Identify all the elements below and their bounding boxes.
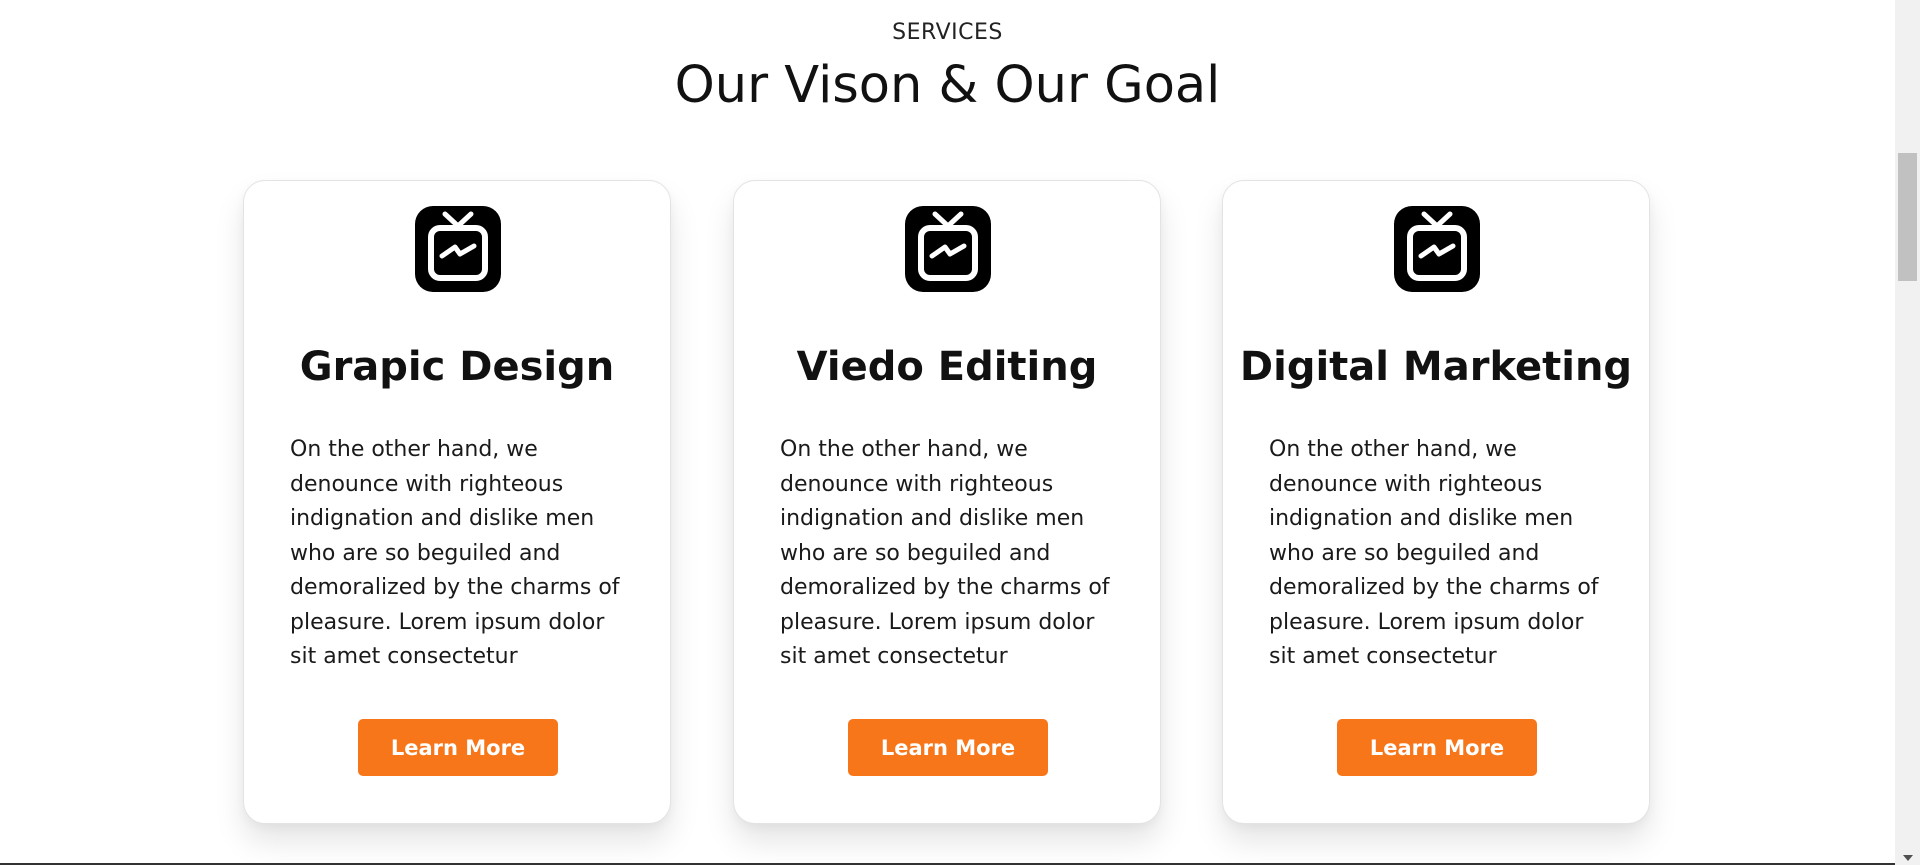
- card-title: Digital Marketing: [1239, 344, 1633, 390]
- learn-more-button[interactable]: Learn More: [848, 719, 1048, 776]
- page: SERVICES Our Vison & Our Goal Grapic Des…: [0, 0, 1920, 865]
- scroll-down-arrow-icon[interactable]: [1903, 855, 1913, 861]
- learn-more-button[interactable]: Learn More: [1337, 719, 1537, 776]
- service-card-video-editing: Viedo Editing On the other hand, we deno…: [733, 180, 1161, 824]
- service-card-graphic-design: Grapic Design On the other hand, we deno…: [243, 180, 671, 824]
- learn-more-button[interactable]: Learn More: [358, 719, 558, 776]
- section-label: SERVICES: [892, 20, 1003, 45]
- vertical-scrollbar[interactable]: [1895, 0, 1920, 865]
- section-title: Our Vison & Our Goal: [674, 56, 1221, 115]
- card-description: On the other hand, we denounce with righ…: [780, 437, 1110, 669]
- scrollbar-thumb[interactable]: [1898, 153, 1917, 281]
- igtv-icon: [415, 206, 501, 292]
- service-card-digital-marketing: Digital Marketing On the other hand, we …: [1222, 180, 1650, 824]
- card-title: Grapic Design: [299, 344, 615, 390]
- card-title: Viedo Editing: [796, 344, 1098, 390]
- igtv-icon: [905, 206, 991, 292]
- card-description: On the other hand, we denounce with righ…: [1269, 437, 1599, 669]
- card-description: On the other hand, we denounce with righ…: [290, 437, 620, 669]
- igtv-icon: [1394, 206, 1480, 292]
